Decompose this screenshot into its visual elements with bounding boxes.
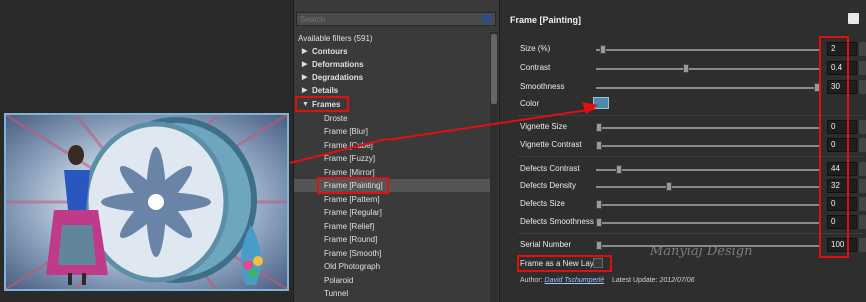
annotation-box-values [819,36,849,258]
preview-image[interactable] [4,113,289,291]
spinner-buttons[interactable] [859,138,866,152]
spinner-buttons[interactable] [859,61,866,75]
filter-droste[interactable]: Droste [294,112,494,125]
param-vignette-size: Vignette Size 0 [500,119,866,137]
window-icon[interactable] [848,13,859,24]
slider-track[interactable] [596,127,820,129]
annotation-arrowhead-icon [582,102,598,114]
divider [518,156,863,157]
slider-handle[interactable] [596,218,602,227]
param-color: Color [500,96,866,114]
filter-frame-regular[interactable]: Frame [Regular] [294,206,494,219]
update-label: Latest Update: [611,277,658,284]
filter-frame-cube[interactable]: Frame [Cube] [294,139,494,152]
slider-handle[interactable] [600,45,607,54]
category-degradations[interactable]: ▶ Degradations [294,71,494,84]
param-defects-contrast: Defects Contrast 44 [500,161,866,179]
search-box[interactable] [296,12,496,26]
slider-track[interactable] [596,49,820,51]
search-input[interactable] [297,13,483,25]
annotation-box-frames [295,96,349,112]
expand-arrow-icon[interactable]: ▶ [302,58,307,71]
slider-track[interactable] [596,169,820,171]
param-label: Defects Density [520,181,577,190]
param-label: Serial Number [520,240,572,249]
filter-tunnel[interactable]: Tunnel [294,287,494,300]
spinner-buttons[interactable] [859,215,866,229]
expand-arrow-icon[interactable]: ▶ [302,45,307,58]
slider-handle[interactable] [596,200,602,209]
spinner-buttons[interactable] [859,42,866,56]
param-label: Vignette Contrast [520,140,582,149]
slider-handle[interactable] [596,123,602,132]
search-icon[interactable] [482,14,492,24]
param-label: Contrast [520,63,551,72]
annotation-box-selected-filter [317,177,389,194]
slider-handle[interactable] [596,141,602,150]
spinner-buttons[interactable] [859,197,866,211]
slider-track[interactable] [596,186,820,188]
divider [518,233,863,234]
slider-track[interactable] [596,145,820,147]
preview-pane [0,0,293,302]
available-filters-header: Available filters (591) [298,34,373,43]
author-info: Author: David Tschumperlé Latest Update:… [520,277,695,284]
filter-frame-round[interactable]: Frame [Round] [294,233,494,246]
param-label: Smoothness [520,82,565,91]
tree-scrollbar-thumb[interactable] [491,34,497,104]
category-deformations[interactable]: ▶ Deformations [294,58,494,71]
tree-scrollbar[interactable] [490,32,498,302]
param-label: Color [520,99,540,108]
filter-title: Frame [Painting] [510,15,582,25]
filter-old-photograph[interactable]: Old Photograph [294,260,494,273]
slider-handle[interactable] [683,64,690,73]
author-label: Author: [520,277,543,284]
param-smoothness: Smoothness 30 [500,79,866,97]
spinner-buttons[interactable] [859,162,866,176]
filter-frame-smooth[interactable]: Frame [Smooth] [294,247,494,260]
divider [518,115,863,116]
slider-handle[interactable] [665,182,672,191]
filter-frame-relief[interactable]: Frame [Relief] [294,220,494,233]
param-label: Size (%) [520,44,551,53]
param-defects-density: Defects Density 32 [500,178,866,196]
slider-track[interactable] [596,204,820,206]
update-date: 2012/07/06 [659,277,695,284]
filter-polaroid[interactable]: Polaroid [294,274,494,287]
param-contrast: Contrast 0.4 [500,60,866,78]
spinner-buttons[interactable] [859,120,866,134]
param-label: Defects Smoothness [520,217,594,226]
param-label: Defects Contrast [520,164,580,173]
slider-track[interactable] [596,87,820,89]
category-contours[interactable]: ▶ Contours [294,45,494,58]
spinner-buttons[interactable] [859,80,866,94]
spinner-buttons[interactable] [859,179,866,193]
preview-artwork [6,115,287,289]
param-label: Defects Size [520,199,565,208]
filter-frame-pattern[interactable]: Frame [Pattern] [294,193,494,206]
filter-tree-panel: Available filters (591) ▶Contours ▶Defor… [293,0,499,302]
spinner-buttons[interactable] [859,238,866,252]
slider-track[interactable] [596,222,820,224]
param-size: Size (%) 2 [500,41,866,59]
slider-handle[interactable] [615,165,622,174]
expand-arrow-icon[interactable]: ▶ [302,71,307,84]
slider-handle[interactable] [596,241,602,250]
param-label: Vignette Size [520,122,567,131]
param-vignette-contrast: Vignette Contrast 0 [500,137,866,155]
annotation-box-new-layer [517,255,612,272]
slider-track[interactable] [596,68,820,70]
param-defects-size: Defects Size 0 [500,196,866,214]
author-link[interactable]: David Tschumperlé [545,277,605,284]
param-defects-smoothness: Defects Smoothness 0 [500,214,866,232]
